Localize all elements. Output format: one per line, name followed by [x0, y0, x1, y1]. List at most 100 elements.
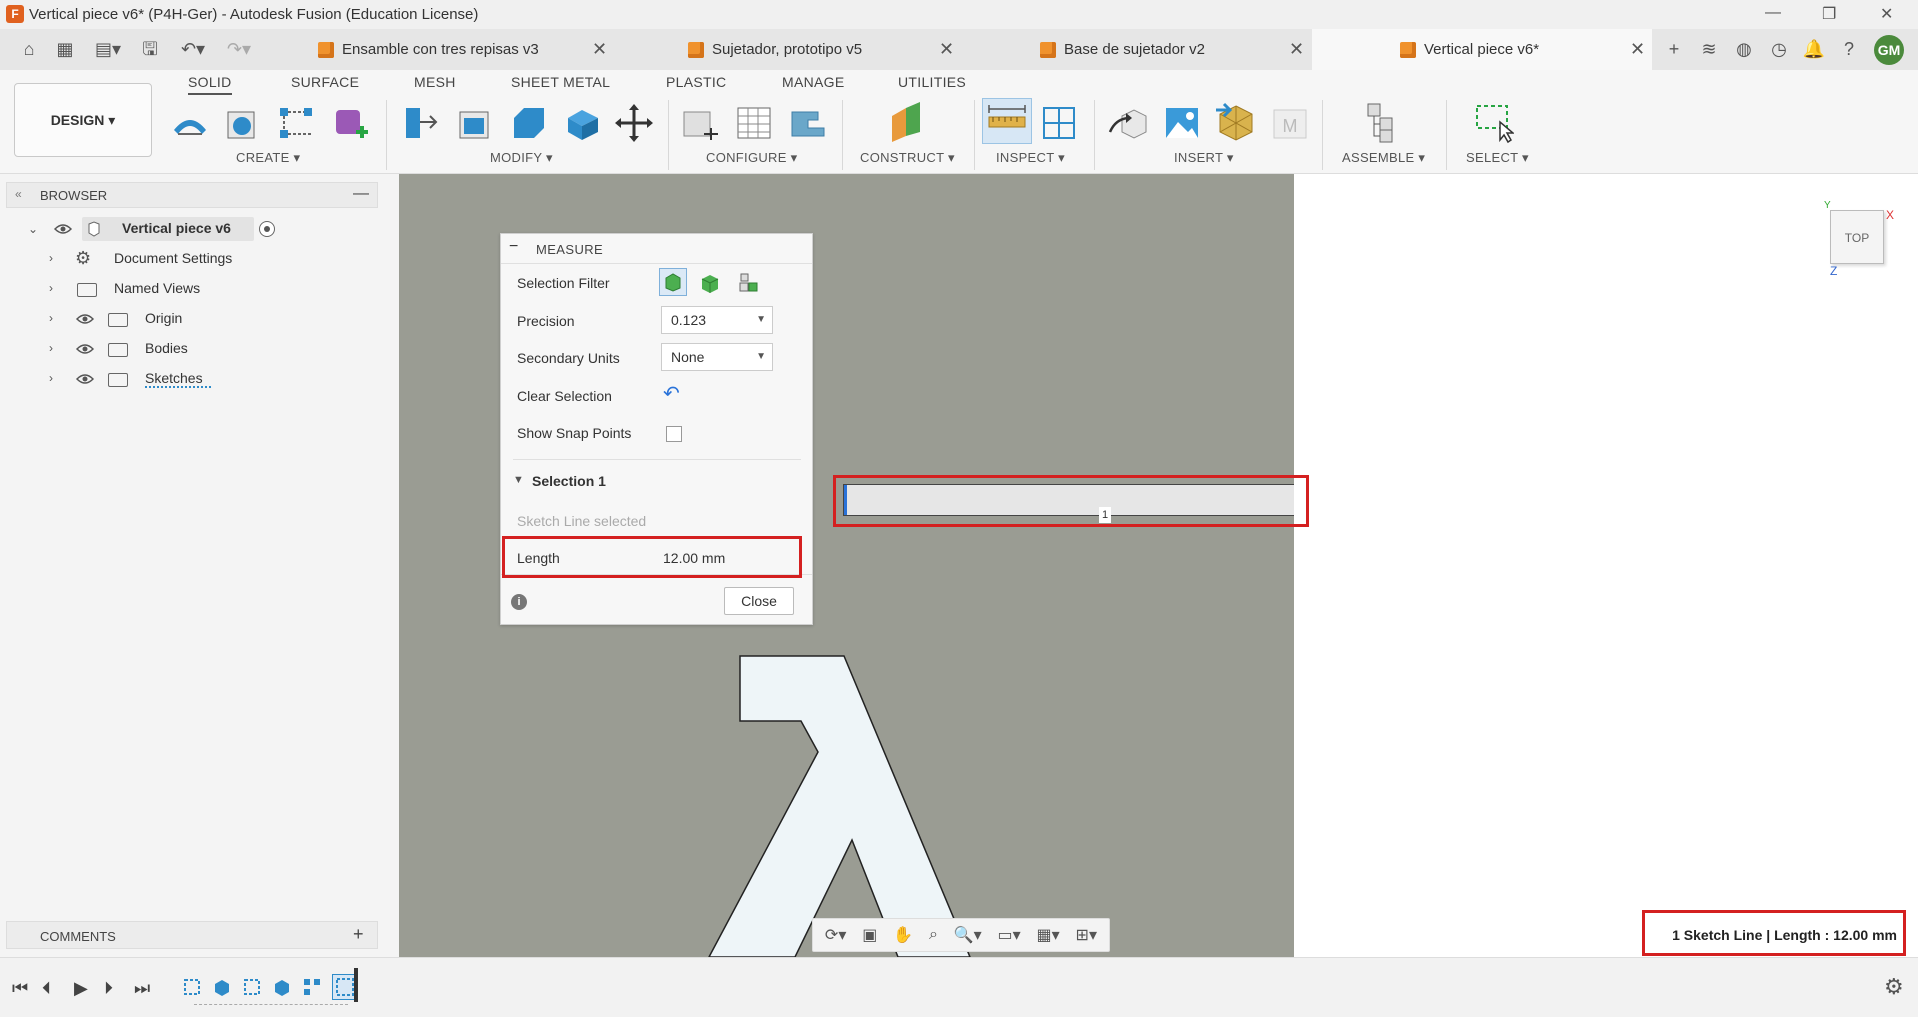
zoom-icon[interactable]: ⌕: [929, 926, 938, 944]
timeline-extrude-icon[interactable]: [212, 977, 232, 997]
timeline-extrude-icon[interactable]: [272, 977, 292, 997]
insert-derive-icon[interactable]: [1108, 102, 1148, 144]
group-select[interactable]: SELECT ▾: [1466, 150, 1529, 166]
close-window-icon[interactable]: ✕: [1880, 4, 1893, 24]
timeline-sketch-icon[interactable]: [242, 977, 262, 997]
create-form-icon[interactable]: [330, 102, 370, 144]
add-comment-icon[interactable]: +: [353, 924, 364, 945]
go-to-start-icon[interactable]: ⏮: [12, 978, 28, 999]
browser-root[interactable]: ⌄ Vertical piece v6: [0, 217, 290, 241]
viewcube[interactable]: TOP: [1830, 210, 1884, 264]
collapse-section-icon[interactable]: ▼: [513, 474, 524, 486]
sketch-dimension-icon[interactable]: [276, 102, 316, 144]
clear-selection-icon[interactable]: ↶: [663, 381, 680, 406]
go-to-end-icon[interactable]: ⏭: [134, 978, 150, 999]
tab-solid[interactable]: SOLID: [188, 74, 232, 95]
tab-vertical-piece[interactable]: Vertical piece v6* ✕: [1312, 29, 1652, 70]
secondary-units-select[interactable]: None ▼: [661, 343, 773, 371]
group-construct[interactable]: CONSTRUCT ▾: [860, 150, 955, 166]
snap-points-checkbox[interactable]: [666, 426, 682, 442]
extrude-icon[interactable]: [222, 102, 262, 144]
browser-item-document-settings[interactable]: › ⚙ Document Settings: [0, 247, 270, 271]
new-component-icon[interactable]: [1364, 102, 1404, 144]
tab-sujetador[interactable]: Sujetador, prototipo v5 ✕: [688, 29, 958, 70]
window-select-icon[interactable]: [1474, 102, 1514, 144]
file-menu-icon[interactable]: ▤▾: [89, 37, 127, 61]
visibility-eye-icon[interactable]: [76, 313, 94, 325]
filter-face-button[interactable]: [659, 268, 687, 296]
visibility-eye-icon[interactable]: [76, 343, 94, 355]
tab-ensamble[interactable]: Ensamble con tres repisas v3 ✕: [318, 29, 614, 70]
tab-base-sujetador[interactable]: Base de sujetador v2 ✕: [1040, 29, 1310, 70]
browser-item-sketches[interactable]: › Sketches: [0, 367, 270, 391]
configure-theme-icon[interactable]: [788, 102, 828, 144]
component-select-icon[interactable]: [735, 270, 761, 296]
tab-sheet-metal[interactable]: SHEET METAL: [511, 74, 610, 90]
fillet-icon[interactable]: [454, 102, 494, 144]
browser-item-named-views[interactable]: › Named Views: [0, 277, 270, 301]
look-at-icon[interactable]: ▣: [862, 925, 877, 945]
timeline-settings-gear-icon[interactable]: ⚙: [1884, 974, 1904, 1000]
minimize-panel-icon[interactable]: —: [353, 185, 369, 203]
collapsed-arrow-icon[interactable]: ›: [49, 251, 53, 265]
undo-icon[interactable]: ↶▾: [174, 37, 212, 61]
viewports-icon[interactable]: ⊞▾: [1076, 925, 1097, 945]
configure-rule-icon[interactable]: [680, 102, 720, 144]
avatar[interactable]: GM: [1874, 35, 1904, 65]
redo-icon[interactable]: ↷▾: [220, 37, 258, 61]
group-inspect[interactable]: INSPECT ▾: [996, 150, 1065, 166]
notifications-icon[interactable]: 🔔: [1802, 37, 1826, 61]
collapse-dialog-icon[interactable]: −: [509, 238, 518, 256]
insert-mcmaster-icon[interactable]: M: [1270, 102, 1310, 144]
close-tab-icon[interactable]: ✕: [939, 39, 954, 60]
browser-item-origin[interactable]: › Origin: [0, 307, 270, 331]
visibility-eye-icon[interactable]: [54, 223, 72, 235]
new-tab-icon[interactable]: +: [1662, 37, 1686, 61]
browser-item-bodies[interactable]: › Bodies: [0, 337, 270, 361]
tab-plastic[interactable]: PLASTIC: [666, 74, 726, 90]
interference-icon[interactable]: [1040, 102, 1080, 144]
close-tab-icon[interactable]: ✕: [592, 39, 607, 60]
collapsed-arrow-icon[interactable]: ›: [49, 311, 53, 325]
configuration-table-icon[interactable]: [734, 102, 774, 144]
restore-icon[interactable]: ❐: [1822, 4, 1836, 24]
press-pull-icon[interactable]: [400, 102, 440, 144]
orbit-icon[interactable]: ⟳▾: [825, 925, 846, 945]
collapsed-arrow-icon[interactable]: ›: [49, 341, 53, 355]
insert-canvas-icon[interactable]: [1162, 102, 1202, 144]
collapsed-arrow-icon[interactable]: ›: [49, 371, 53, 385]
move-copy-icon[interactable]: [614, 102, 654, 144]
timeline-sketch-icon[interactable]: [182, 977, 202, 997]
lambda-profile[interactable]: [700, 650, 1000, 957]
timeline-pattern-icon[interactable]: [302, 977, 322, 997]
body-select-icon[interactable]: [697, 270, 723, 296]
pan-hand-icon[interactable]: ✋: [893, 925, 913, 945]
close-button[interactable]: Close: [724, 587, 794, 615]
home-icon[interactable]: ⌂: [17, 37, 41, 61]
close-tab-icon[interactable]: ✕: [1289, 39, 1304, 60]
collapsed-arrow-icon[interactable]: ›: [49, 281, 53, 295]
save-icon[interactable]: 🖫: [138, 37, 162, 61]
info-icon[interactable]: i: [511, 594, 527, 610]
group-configure[interactable]: CONFIGURE ▾: [706, 150, 797, 166]
grid-settings-icon[interactable]: ▦▾: [1037, 925, 1060, 945]
step-back-icon[interactable]: ⏴: [42, 978, 51, 999]
job-status-icon[interactable]: ◍: [1732, 37, 1756, 61]
expanded-arrow-icon[interactable]: ⌄: [28, 222, 38, 236]
activate-radio-icon[interactable]: [259, 221, 275, 237]
group-insert[interactable]: INSERT ▾: [1174, 150, 1234, 166]
step-forward-icon[interactable]: ⏵: [104, 978, 113, 999]
group-assemble[interactable]: ASSEMBLE ▾: [1342, 150, 1425, 166]
shell-icon[interactable]: [562, 102, 602, 144]
visibility-eye-icon[interactable]: [76, 373, 94, 385]
chamfer-icon[interactable]: [508, 102, 548, 144]
extensions-icon[interactable]: ≋: [1697, 37, 1721, 61]
measure-tool-active[interactable]: [982, 98, 1032, 144]
offset-plane-icon[interactable]: [888, 102, 928, 144]
precision-select[interactable]: 0.123 ▼: [661, 306, 773, 334]
timeline-marker[interactable]: [354, 968, 358, 1002]
close-tab-icon[interactable]: ✕: [1630, 39, 1645, 60]
play-icon[interactable]: ▶: [74, 978, 88, 999]
tab-mesh[interactable]: MESH: [414, 74, 456, 90]
tab-utilities[interactable]: UTILITIES: [898, 74, 966, 90]
